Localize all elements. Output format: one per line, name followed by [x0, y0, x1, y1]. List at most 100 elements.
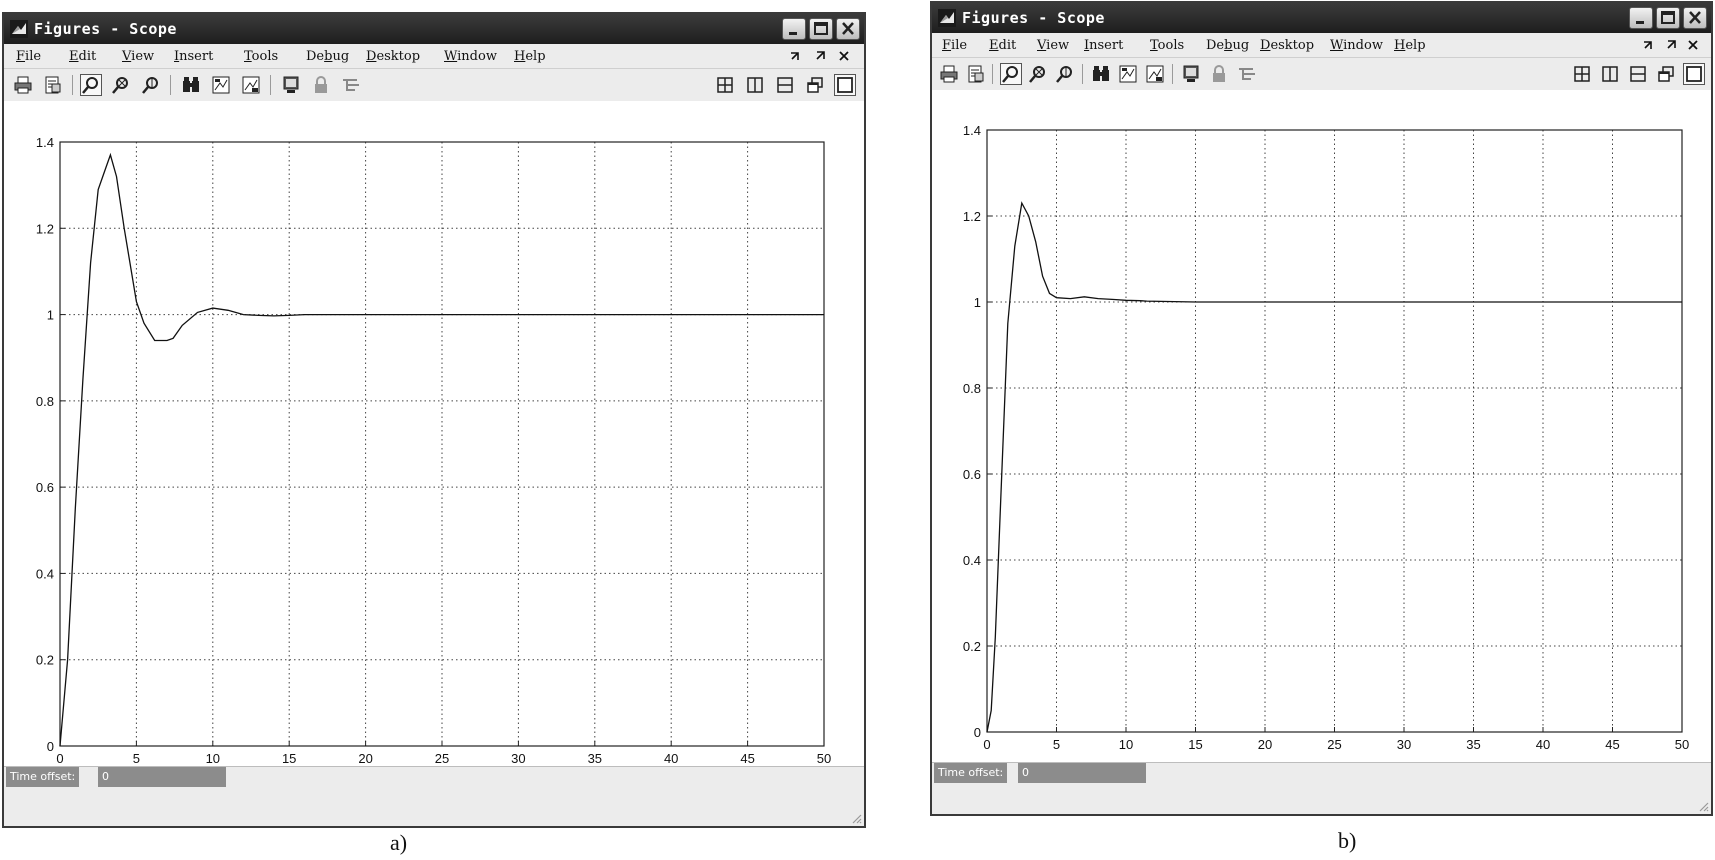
tile-columns-button[interactable]	[744, 74, 766, 96]
scope-window-b: Figures - Scope File Edit View Insert To…	[930, 1, 1713, 816]
menu-help[interactable]: Help	[514, 49, 546, 64]
menu-file[interactable]: File	[942, 38, 967, 53]
zoom-y-button[interactable]	[140, 74, 162, 96]
menu-debug[interactable]: Debug	[1206, 38, 1249, 53]
zoom-x-button[interactable]	[110, 74, 132, 96]
restore-axes-button[interactable]	[240, 74, 262, 96]
print-button[interactable]	[12, 74, 34, 96]
menu-file[interactable]: File	[16, 49, 41, 64]
dock-button[interactable]	[834, 74, 856, 96]
x-tick-label: 5	[133, 751, 140, 766]
tile-rows-button[interactable]	[1627, 63, 1649, 85]
close-figure-icon[interactable]	[838, 50, 850, 62]
tile-columns-icon	[1602, 66, 1618, 82]
save-axes-button[interactable]	[1117, 63, 1139, 85]
undock-arrow-icon[interactable]	[790, 50, 802, 62]
dock-arrow-icon[interactable]	[814, 50, 826, 62]
float-lock-button[interactable]	[310, 74, 332, 96]
close-button[interactable]	[1683, 7, 1707, 29]
minimize-button[interactable]	[1629, 7, 1653, 29]
restore-axes-icon	[1146, 65, 1164, 83]
scope-params-icon	[283, 76, 299, 93]
x-tick-label: 20	[1258, 737, 1272, 752]
y-tick-label: 1.2	[963, 209, 981, 224]
print-preview-button[interactable]	[965, 63, 987, 85]
scope-chart-a: 0 5 10 15 20 25 30 35 40 45 50 0 0.2 0.4 0.6 0.8 1 1.2 1.4	[36, 135, 831, 766]
menu-insert[interactable]: Insert	[174, 49, 213, 64]
tile-rows-icon	[1630, 66, 1646, 82]
minimize-button[interactable]	[782, 18, 806, 40]
close-button[interactable]	[836, 18, 860, 40]
menu-window[interactable]: Window	[1330, 38, 1383, 53]
resize-grip-icon[interactable]	[1697, 800, 1709, 812]
time-offset-value: 0	[1016, 763, 1146, 783]
x-tick-label: 40	[1536, 737, 1550, 752]
x-tick-label: 50	[1675, 737, 1689, 752]
signal-select-button[interactable]	[340, 74, 362, 96]
tile-rows-button[interactable]	[774, 74, 796, 96]
dock-icon	[1686, 66, 1702, 82]
float-icon	[1658, 66, 1674, 82]
tile-2x2-button[interactable]	[1571, 63, 1593, 85]
title-bar[interactable]: Figures - Scope	[4, 14, 864, 44]
tile-columns-button[interactable]	[1599, 63, 1621, 85]
x-tick-label: 10	[206, 751, 220, 766]
resize-grip-icon[interactable]	[850, 812, 862, 824]
title-bar[interactable]: Figures - Scope	[932, 3, 1711, 33]
close-figure-icon[interactable]	[1687, 39, 1699, 51]
menu-debug[interactable]: Debug	[306, 49, 349, 64]
float-button[interactable]	[804, 74, 826, 96]
menu-desktop[interactable]: Desktop	[366, 49, 420, 64]
signal-select-button[interactable]	[1236, 63, 1258, 85]
undock-arrow-icon[interactable]	[1643, 39, 1655, 51]
print-preview-button[interactable]	[42, 74, 64, 96]
menu-insert[interactable]: Insert	[1084, 38, 1123, 53]
float-button[interactable]	[1655, 63, 1677, 85]
float-lock-button[interactable]	[1208, 63, 1230, 85]
tile-rows-icon	[777, 77, 793, 93]
print-button[interactable]	[938, 63, 960, 85]
time-offset-value: 0	[96, 767, 226, 787]
x-tick-label: 5	[1053, 737, 1060, 752]
tile-columns-icon	[747, 77, 763, 93]
toolbar-separator	[170, 75, 171, 95]
zoom-y-button[interactable]	[1054, 63, 1076, 85]
zoom-x-icon	[1029, 66, 1045, 83]
menu-help[interactable]: Help	[1394, 38, 1426, 53]
find-button[interactable]	[1090, 63, 1112, 85]
maximize-button[interactable]	[1656, 7, 1680, 29]
y-tick-label: 0.4	[963, 553, 981, 568]
find-button[interactable]	[180, 74, 202, 96]
tile-2x2-icon	[1574, 66, 1590, 82]
window-title: Figures - Scope	[34, 20, 177, 38]
float-lock-icon	[1213, 65, 1225, 82]
x-tick-label: 30	[1397, 737, 1411, 752]
float-lock-icon	[315, 76, 327, 93]
scope-params-button[interactable]	[280, 74, 302, 96]
tile-2x2-button[interactable]	[714, 74, 736, 96]
zoom-button[interactable]	[80, 74, 102, 96]
zoom-x-button[interactable]	[1027, 63, 1049, 85]
float-icon	[807, 77, 823, 93]
zoom-button[interactable]	[1000, 63, 1022, 85]
dock-arrow-icon[interactable]	[1665, 39, 1677, 51]
menu-window[interactable]: Window	[444, 49, 497, 64]
y-tick-label: 0	[47, 739, 54, 754]
signal-select-icon	[343, 79, 359, 91]
matlab-icon	[10, 20, 28, 38]
menu-edit[interactable]: Edit	[69, 49, 96, 64]
menu-desktop[interactable]: Desktop	[1260, 38, 1314, 53]
menu-view[interactable]: View	[122, 49, 154, 64]
menu-tools[interactable]: Tools	[244, 49, 278, 64]
x-tick-label: 35	[588, 751, 602, 766]
caption-b: b)	[1338, 828, 1357, 853]
maximize-button[interactable]	[809, 18, 833, 40]
menu-edit[interactable]: Edit	[989, 38, 1016, 53]
scope-params-button[interactable]	[1180, 63, 1202, 85]
restore-axes-button[interactable]	[1144, 63, 1166, 85]
save-axes-button[interactable]	[210, 74, 232, 96]
menu-tools[interactable]: Tools	[1150, 38, 1184, 53]
menu-view[interactable]: View	[1037, 38, 1069, 53]
restore-axes-icon	[242, 76, 260, 94]
dock-button[interactable]	[1683, 63, 1705, 85]
